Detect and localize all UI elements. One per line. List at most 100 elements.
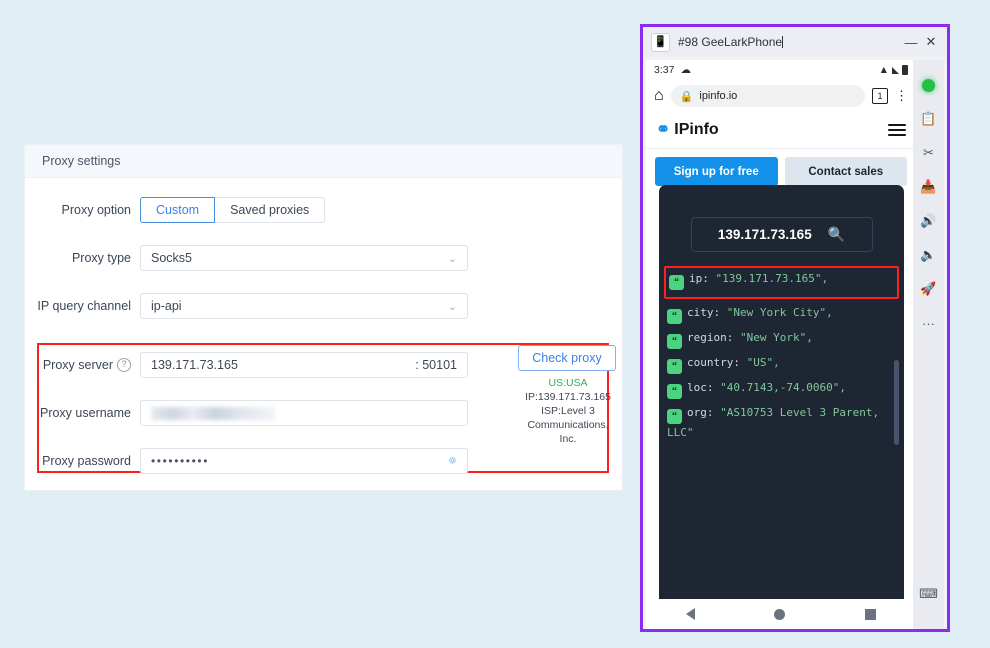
quote-badge-icon: “ [667,384,682,399]
title-text-cursor [782,36,784,48]
sign-up-button[interactable]: Sign up for free [655,157,778,186]
json-value: "40.7143,-74.0060", [720,381,846,394]
json-key: region [687,331,727,344]
ip-search-box[interactable]: 139.171.73.165 🔍 [690,217,873,252]
url-text: ipinfo.io [699,90,738,102]
proxy-option-saved-proxies-button[interactable]: Saved proxies [215,197,326,223]
check-proxy-section: Check proxy US:USA IP:139.171.73.165 ISP… [518,345,618,446]
tab-counter-button[interactable]: 1 [872,88,888,104]
result-isp-line-1: ISP:Level 3 [541,405,595,417]
quote-badge-icon: “ [667,309,682,324]
status-online-dot [915,68,943,102]
scissors-icon[interactable]: ✂ [915,136,943,170]
wifi-icon: ▲ [878,64,889,76]
json-key: ip [689,272,703,285]
phone-emulator-window: 📱 #98 GeeLarkPhone — ✕ 3:37 ☁ ▲ ⌂ 🔒 ipin… [640,24,950,632]
window-title-bar: 📱 #98 GeeLarkPhone — ✕ [643,27,947,57]
ip-lookup-panel: 139.171.73.165 🔍 “ip: "139.171.73.165", … [659,185,904,629]
proxy-settings-panel: Proxy settings Proxy option Custom Saved… [25,145,622,490]
minimize-button[interactable]: — [901,35,921,50]
eye-slash-icon[interactable]: ☸ [448,456,457,467]
json-entry: “loc: "40.7143,-74.0060", [667,379,896,399]
json-row-ip-highlighted: “ip: "139.171.73.165", [664,266,899,299]
volume-up-icon[interactable]: 🔊 [915,204,943,238]
lock-icon: 🔒 [679,90,694,103]
json-key: country [687,356,734,369]
panel-title: Proxy settings [25,145,622,178]
result-isp-line-3: Inc. [559,433,577,445]
url-bar[interactable]: 🔒 ipinfo.io [670,85,865,107]
proxy-type-select[interactable]: Socks5 ⌄ [140,245,468,271]
more-options-icon[interactable]: ··· [915,306,943,340]
panel-title-text: Proxy settings [42,154,121,168]
proxy-password-row: Proxy password •••••••••• ☸ [25,448,622,474]
quote-badge-icon: “ [667,409,682,424]
json-entry: “ip: "139.171.73.165", [669,270,894,290]
back-triangle-icon[interactable] [685,608,695,620]
proxy-server-input[interactable]: 139.171.73.165 : 50101 [140,352,468,378]
home-circle-icon[interactable] [774,608,786,620]
json-entry: “region: "New York", [667,329,896,349]
keyboard-input-icon[interactable]: ⌨ [915,577,943,611]
json-key: city [687,306,714,319]
proxy-password-input[interactable]: •••••••••• ☸ [140,448,468,474]
inbox-download-icon[interactable]: 📥 [915,170,943,204]
phone-screen: 3:37 ☁ ▲ ⌂ 🔒 ipinfo.io 1 ⋮ ⚭ IPinfo Sign… [646,60,916,629]
json-entry: “org: "AS10753 Level 3 Parent, LLC" [667,406,880,439]
close-button[interactable]: ✕ [921,34,941,50]
proxy-type-label: Proxy type [71,251,131,265]
status-time: 3:37 [654,64,675,76]
ip-search-value: 139.171.73.165 [717,227,812,242]
proxy-option-segmented-control[interactable]: Custom Saved proxies [140,197,326,223]
recents-square-icon[interactable] [865,608,877,620]
quote-badge-icon: “ [669,275,684,290]
home-icon[interactable]: ⌂ [654,87,664,105]
result-ip-line: IP:139.171.73.165 [525,391,611,403]
volume-down-icon[interactable]: 🔈 [915,238,943,272]
json-value: "US", [746,356,780,369]
rocket-boost-icon[interactable]: 🚀 [915,272,943,306]
ipinfo-logo[interactable]: ⚭ IPinfo [656,120,719,140]
ip-query-channel-label: IP query channel [37,299,131,313]
browser-toolbar: ⌂ 🔒 ipinfo.io 1 ⋮ [646,80,916,112]
json-value: "139.171.73.165", [715,272,829,285]
check-proxy-button[interactable]: Check proxy [518,345,616,371]
proxy-username-input[interactable] [140,400,468,426]
window-title-text: #98 GeeLarkPhone [678,35,783,49]
json-value: "New York City", [726,306,833,319]
clipboard-icon[interactable]: 📋 [915,102,943,136]
proxy-password-label: Proxy password [42,454,131,468]
proxy-server-host: 139.171.73.165 [151,358,238,372]
check-proxy-result: US:USA IP:139.171.73.165 ISP:Level 3 Com… [518,376,618,446]
result-geo-line: US:USA [548,377,588,389]
proxy-server-port: : 50101 [415,358,457,372]
proxy-option-label: Proxy option [61,203,131,217]
proxy-type-row: Proxy type Socks5 ⌄ [25,245,622,271]
brand-text: IPinfo [674,121,719,138]
json-scrollbar[interactable] [894,360,899,445]
proxy-option-custom-button[interactable]: Custom [140,197,216,223]
overflow-menu-icon[interactable]: ⋮ [895,89,908,102]
ip-query-channel-select[interactable]: ip-api ⌄ [140,293,468,319]
json-key: loc [687,381,707,394]
contact-sales-button[interactable]: Contact sales [784,157,907,186]
signal-icon [892,66,899,74]
ip-json-output: “ip: "139.171.73.165", “city: "New York … [659,266,904,441]
question-mark-icon[interactable]: ? [117,358,131,372]
android-nav-bar [646,599,916,629]
magnifier-icon[interactable]: 🔍 [828,226,845,243]
emulator-side-toolbar: 📋 ✂ 📥 🔊 🔈 🚀 ··· ⌨ [913,60,944,629]
site-header: ⚭ IPinfo [646,112,916,149]
proxy-username-label: Proxy username [39,406,131,420]
ip-query-channel-value: ip-api [151,299,182,313]
hamburger-icon[interactable] [888,121,906,139]
redacted-username-value [151,406,275,420]
battery-icon [902,65,908,75]
ip-query-channel-row: IP query channel ip-api ⌄ [25,293,622,319]
cloud-icon: ☁ [680,64,691,76]
ipinfo-pin-logo: ⚭ [656,120,671,139]
result-isp-line-2: Communications, [527,419,609,431]
json-entry: “country: "US", [667,354,896,374]
chevron-down-icon: ⌄ [447,252,457,265]
json-value: "New York", [740,331,813,344]
